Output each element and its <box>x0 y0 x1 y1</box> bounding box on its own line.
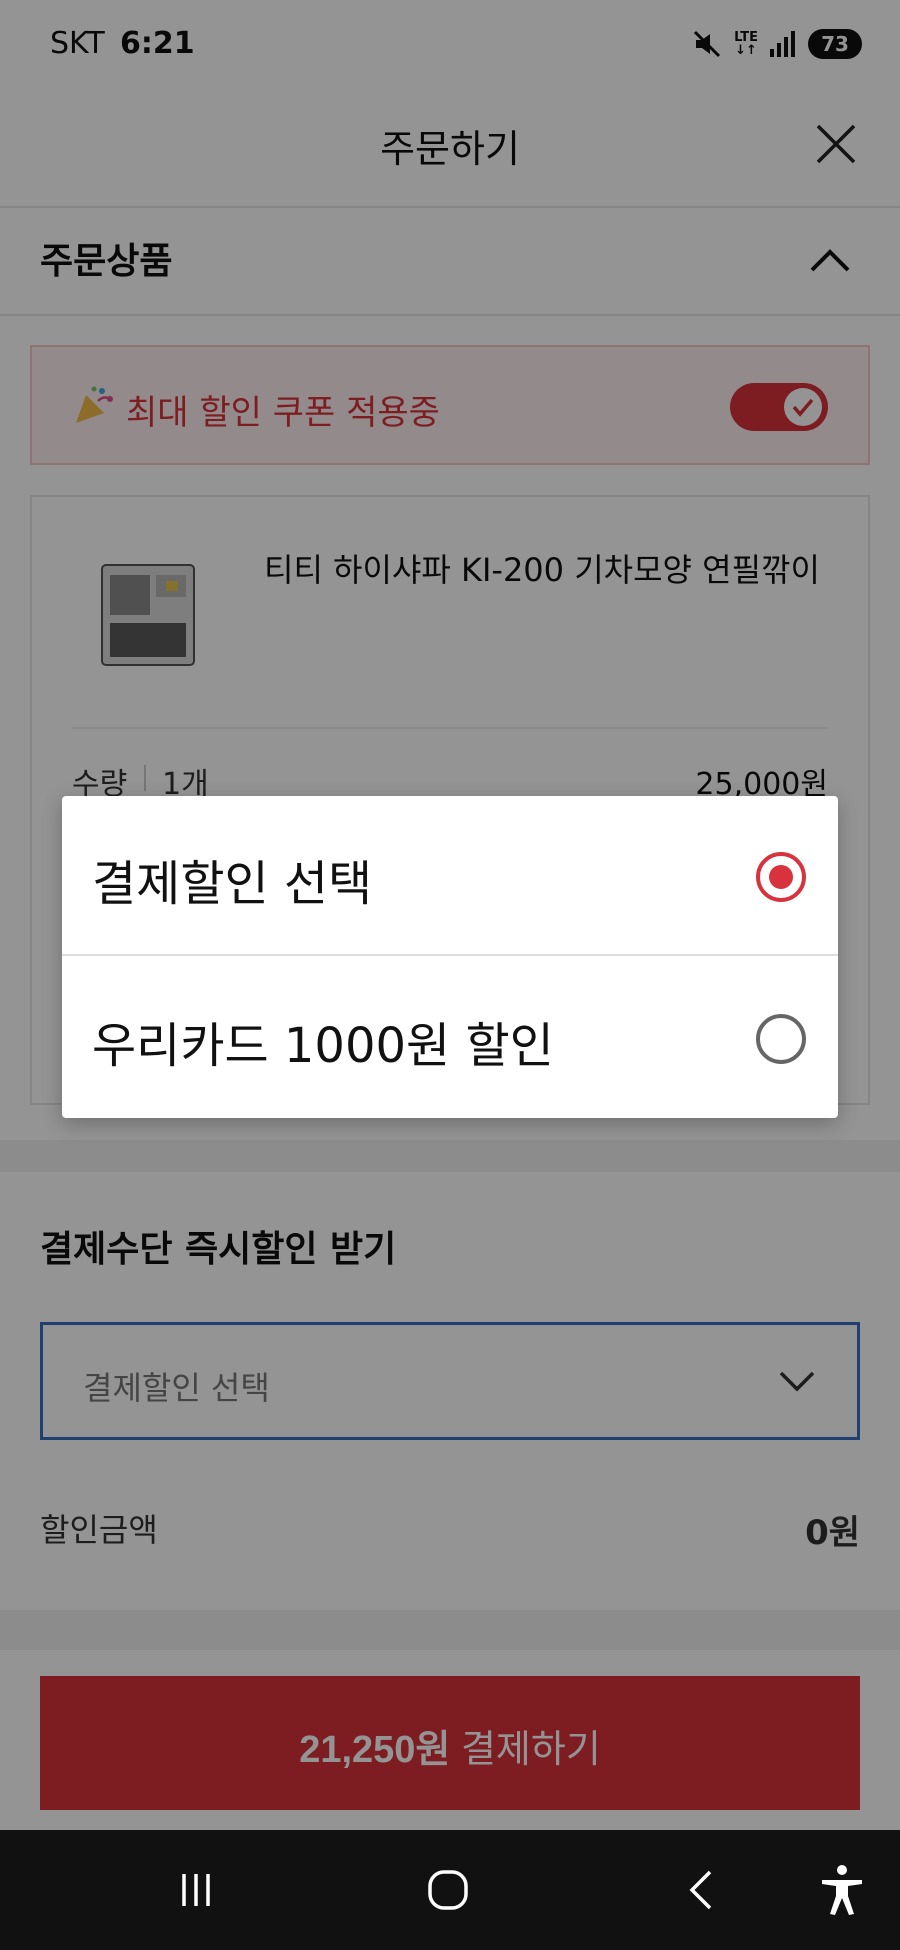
radio-selected[interactable] <box>756 852 806 902</box>
radio-unselected[interactable] <box>756 1014 806 1064</box>
dialog-option-label: 결제할인 선택 <box>92 856 373 912</box>
dialog-option-woori-card[interactable]: 우리카드 1000원 할인 <box>62 958 838 1118</box>
back-icon[interactable] <box>672 1860 732 1920</box>
dialog-option-default[interactable]: 결제할인 선택 <box>62 796 838 956</box>
recent-apps-icon[interactable] <box>166 1860 226 1920</box>
accessibility-icon[interactable] <box>812 1860 872 1920</box>
system-nav-bar <box>0 1830 900 1950</box>
discount-select-dialog: 결제할인 선택 우리카드 1000원 할인 <box>62 796 838 1118</box>
home-icon[interactable] <box>418 1860 478 1920</box>
radio-dot <box>769 865 793 889</box>
dialog-option-label: 우리카드 1000원 할인 <box>92 1018 554 1074</box>
